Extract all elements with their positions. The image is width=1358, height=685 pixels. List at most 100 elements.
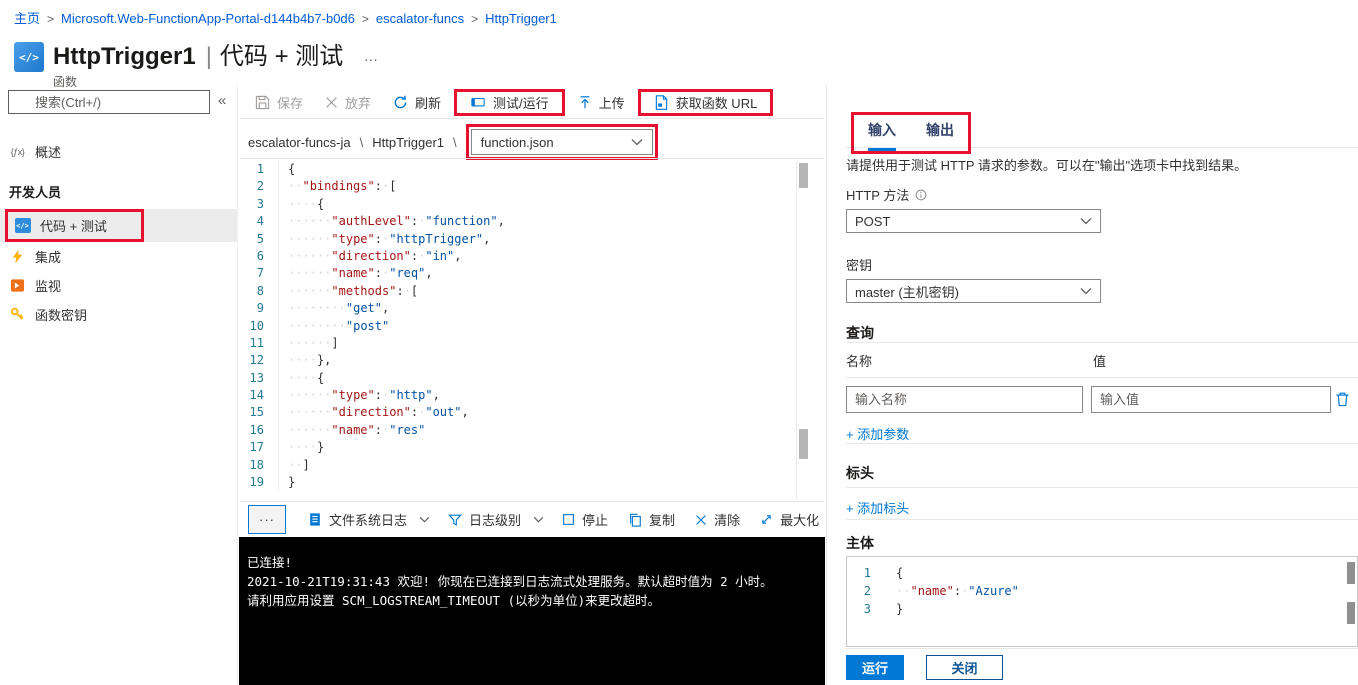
line-number: 1 <box>863 566 871 580</box>
annotation-box: 输入 输出 <box>851 112 971 154</box>
close-button[interactable]: 关闭 <box>926 655 1003 680</box>
get-url-icon <box>654 94 669 110</box>
console-more-button[interactable]: ··· <box>248 505 286 534</box>
search-input[interactable] <box>8 90 210 114</box>
file-breadcrumb: escalator-funcs-ja \ HttpTrigger1 \ func… <box>248 124 658 160</box>
divider <box>846 443 1358 444</box>
add-header-link[interactable]: + 添加标头 <box>846 498 909 517</box>
code-line: 2 ··"bindings":·[ <box>248 178 794 196</box>
more-ellipsis-icon[interactable]: ··· <box>364 51 378 67</box>
breadcrumb: 主页 > Microsoft.Web-FunctionApp-Portal-d144… <box>0 0 1358 30</box>
sidebar-item-overview[interactable]: {ƒx} 概述 <box>0 137 237 166</box>
code-line: 18 ··] <box>248 456 794 475</box>
line-number: 3 <box>863 602 871 616</box>
line-number: 8 <box>256 283 264 298</box>
breadcrumb-escalator-funcs[interactable]: escalator-funcs <box>376 11 464 26</box>
chevron-down-icon <box>1080 217 1092 225</box>
scrollbar-thumb[interactable] <box>799 429 808 459</box>
divider <box>240 118 824 119</box>
collapse-sidebar-button[interactable]: « <box>218 92 226 109</box>
line-number: 15 <box>249 405 264 420</box>
code-line: 13 ····{ <box>248 369 794 388</box>
sidebar-item-integration[interactable]: 集成 <box>0 242 237 271</box>
breadcrumb-functionapp-portal[interactable]: Microsoft.Web-FunctionApp-Portal-d144b4b… <box>61 11 355 26</box>
editor-scrollbar[interactable] <box>796 161 808 500</box>
copy-icon <box>628 513 642 527</box>
code-line: 10 ········"post" <box>248 317 794 335</box>
request-body-editor[interactable]: 1{2 ··"name":·"Azure" 3} <box>846 556 1358 647</box>
code-line: 6 ······"direction":·"in", <box>248 247 794 266</box>
tab-output[interactable]: 输出 <box>926 120 954 151</box>
editor-toolbar: 保存 放弃 刷新 测试/运行 上传 获取函数 URL <box>244 86 775 118</box>
delete-row-button[interactable] <box>1335 391 1350 407</box>
scrollbar-thumb[interactable] <box>1347 562 1355 584</box>
code-line: 11 ······] <box>248 334 794 353</box>
divider <box>846 648 1358 649</box>
code-line: 15 ······"direction":·"out", <box>248 404 794 422</box>
file-breadcrumb-app[interactable]: escalator-funcs-ja <box>248 135 351 150</box>
run-button[interactable]: 运行 <box>846 655 904 680</box>
breadcrumb-separator: > <box>47 12 55 26</box>
divider <box>240 158 824 159</box>
refresh-button[interactable]: 刷新 <box>382 93 452 112</box>
breadcrumb-separator: > <box>471 12 479 26</box>
breadcrumb-home[interactable]: 主页 <box>14 11 40 26</box>
info-icon[interactable] <box>915 189 927 201</box>
line-number: 3 <box>256 196 264 211</box>
copy-button[interactable]: 复制 <box>618 510 685 529</box>
console-line: 2021-10-21T19:31:43 欢迎! 你现在已连接到日志流式处理服务。… <box>247 574 773 589</box>
sidebar-item-monitor[interactable]: 监视 <box>0 271 237 300</box>
discard-button[interactable]: 放弃 <box>314 93 382 112</box>
line-number: 5 <box>256 231 264 246</box>
scrollbar-thumb[interactable] <box>799 163 808 188</box>
upload-icon <box>578 95 592 110</box>
sidebar-item-code-test[interactable]: </> 代码 + 测试 <box>0 209 237 242</box>
trash-icon <box>1336 392 1349 407</box>
http-method-select[interactable]: POST <box>846 209 1101 233</box>
maximize-button[interactable]: 最大化 <box>750 510 829 529</box>
test-run-button[interactable]: 测试/运行 <box>459 93 560 112</box>
code-line: 12 ····}, <box>248 352 794 370</box>
upload-button[interactable]: 上传 <box>567 93 636 112</box>
line-number: 17 <box>249 440 264 455</box>
chevron-down-icon <box>419 516 430 523</box>
save-button[interactable]: 保存 <box>244 93 314 112</box>
add-parameter-link[interactable]: + 添加参数 <box>846 424 909 443</box>
line-number: 4 <box>256 214 264 229</box>
file-breadcrumb-function[interactable]: HttpTrigger1 <box>372 135 444 150</box>
code-line: 8 ······"methods":·[ <box>248 282 794 301</box>
scrollbar-thumb[interactable] <box>1347 602 1355 624</box>
stop-button[interactable]: 停止 <box>552 510 618 529</box>
line-number: 2 <box>863 584 871 598</box>
code-editor[interactable]: 1{2 ··"bindings":·[3 ····{4 ······"authLeve… <box>248 161 794 500</box>
http-method-label: HTTP 方法 <box>846 185 927 204</box>
body-editor-scrollbar[interactable] <box>1346 558 1356 645</box>
log-level-dropdown[interactable]: 日志级别 <box>438 510 531 529</box>
discard-x-icon <box>325 96 338 109</box>
sidebar-item-function-keys[interactable]: 函数密钥 <box>0 300 237 329</box>
get-function-url-button[interactable]: 获取函数 URL <box>643 93 769 112</box>
line-number: 6 <box>256 248 264 263</box>
key-select[interactable]: master (主机密钥) <box>846 279 1101 303</box>
annotation-box: </> 代码 + 测试 <box>5 209 144 242</box>
log-stream-console[interactable]: 已连接! 2021-10-21T19:31:43 欢迎! 你现在已连接到日志流式处… <box>239 537 825 685</box>
line-number: 18 <box>249 457 264 472</box>
tab-input[interactable]: 输入 <box>868 120 896 151</box>
divider <box>846 519 1358 520</box>
clear-button[interactable]: 清除 <box>685 510 750 529</box>
line-number: 1 <box>256 162 264 176</box>
refresh-icon <box>393 95 408 110</box>
file-select-dropdown[interactable]: function.json <box>470 129 653 155</box>
query-name-input[interactable] <box>846 386 1083 413</box>
breadcrumb-httptrigger1[interactable]: HttpTrigger1 <box>485 11 557 26</box>
annotation-box: 测试/运行 <box>454 88 565 116</box>
page-context: 代码 + 测试 <box>219 43 344 70</box>
line-number: 10 <box>249 318 264 333</box>
code-test-icon: </> <box>14 218 31 234</box>
query-value-input[interactable] <box>1091 386 1331 413</box>
sidebar: « {ƒx} 概述 开发人员 </> 代码 + 测试 集成 监视 <box>0 85 238 685</box>
code-line: 5 ······"type":·"httpTrigger", <box>248 230 794 248</box>
code-line: 2 ··"name":·"Azure" <box>847 582 1357 600</box>
filesystem-logs-dropdown[interactable]: 文件系统日志 <box>298 510 417 529</box>
query-name-column: 名称 <box>846 354 873 369</box>
